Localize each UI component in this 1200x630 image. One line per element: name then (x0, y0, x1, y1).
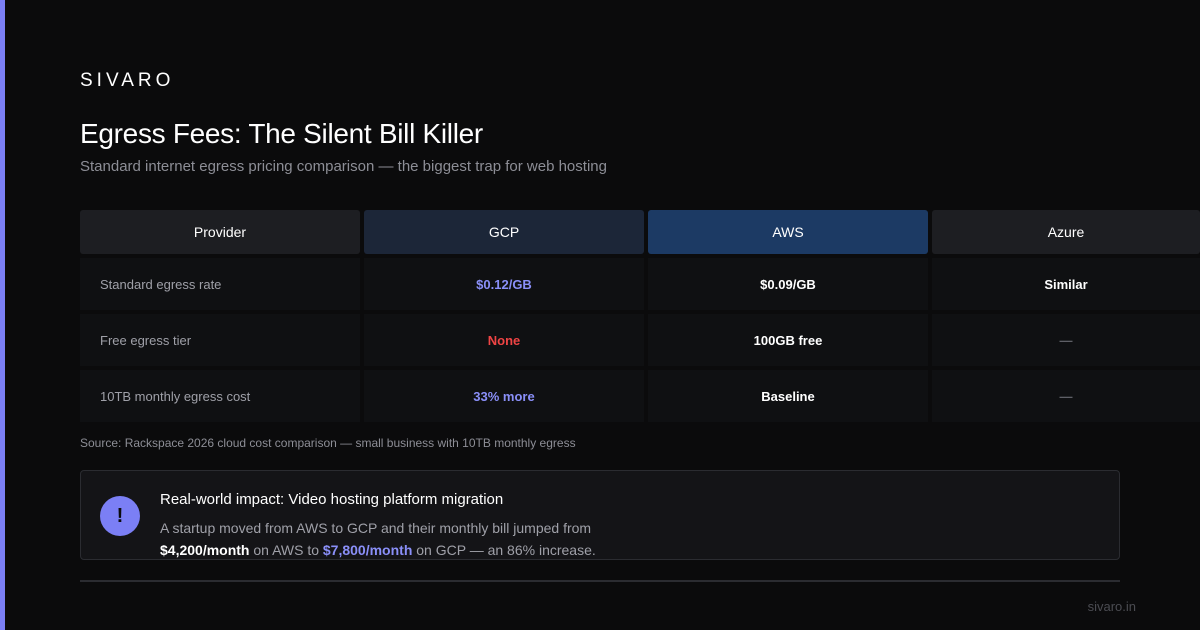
table-row: Standard egress rate $0.12/GB $0.09/GB S… (80, 258, 1200, 310)
alert-icon: ! (100, 496, 140, 536)
table-row: 10TB monthly egress cost 33% more Baseli… (80, 370, 1200, 422)
row-label: Standard egress rate (80, 258, 360, 310)
row-label: Free egress tier (80, 314, 360, 366)
impact-callout: ! Real-world impact: Video hosting platf… (80, 470, 1120, 560)
cell-azure: — (932, 314, 1200, 366)
brand-logo: SIVARO (80, 70, 175, 91)
header-gcp: GCP (364, 210, 644, 254)
header-azure: Azure (932, 210, 1200, 254)
callout-mid: on AWS to (249, 542, 323, 558)
comparison-table: Provider GCP AWS Azure Standard egress r… (80, 210, 1200, 426)
table-header-row: Provider GCP AWS Azure (80, 210, 1200, 254)
divider (80, 580, 1120, 582)
gcp-amount: $7,800/month (322, 542, 413, 558)
cell-azure: Similar (932, 258, 1200, 310)
row-label: 10TB monthly egress cost (80, 370, 360, 422)
header-provider: Provider (80, 210, 360, 254)
cell-gcp: 33% more (364, 370, 644, 422)
callout-title: Real-world impact: Video hosting platfor… (160, 491, 504, 508)
callout-end: on GCP — an 86% increase. (412, 542, 596, 558)
cell-aws: 100GB free (648, 314, 928, 366)
source-note: Source: Rackspace 2026 cloud cost compar… (80, 436, 576, 450)
aws-amount: $4,200/month (160, 542, 250, 558)
page: SIVARO Egress Fees: The Silent Bill Kill… (0, 0, 1200, 630)
cell-azure: — (932, 370, 1200, 422)
cell-aws: $0.09/GB (648, 258, 928, 310)
cell-aws: Baseline (648, 370, 928, 422)
cell-gcp: $0.12/GB (364, 258, 644, 310)
page-subtitle: Standard internet egress pricing compari… (80, 158, 607, 175)
page-title: Egress Fees: The Silent Bill Killer (80, 118, 483, 149)
header-aws: AWS (648, 210, 928, 254)
footer-domain: sivaro.in (1087, 599, 1136, 614)
callout-line1: A startup moved from AWS to GCP and thei… (160, 520, 592, 536)
accent-bar (0, 0, 5, 630)
table-row: Free egress tier None 100GB free — (80, 314, 1200, 366)
callout-body: A startup moved from AWS to GCP and thei… (160, 517, 1060, 561)
cell-gcp: None (364, 314, 644, 366)
